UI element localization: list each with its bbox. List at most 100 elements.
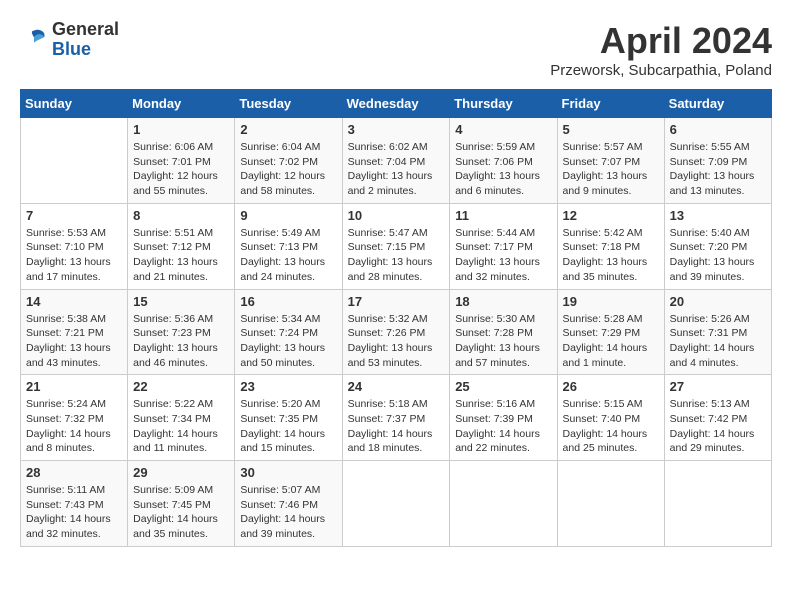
day-info: Sunrise: 5:28 AM Sunset: 7:29 PM Dayligh…: [563, 312, 659, 371]
day-number: 22: [133, 379, 229, 394]
day-number: 14: [26, 294, 122, 309]
day-info: Sunrise: 5:53 AM Sunset: 7:10 PM Dayligh…: [26, 226, 122, 285]
day-cell: 8 Sunrise: 5:51 AM Sunset: 7:12 PM Daylig…: [128, 203, 235, 289]
day-number: 18: [455, 294, 551, 309]
day-info: Sunrise: 5:55 AM Sunset: 7:09 PM Dayligh…: [670, 140, 766, 199]
calendar-subtitle: Przeworsk, Subcarpathia, Poland: [550, 62, 772, 79]
day-cell: 9Sunrise: 5:49 AM Sunset: 7:13 PM Daylig…: [235, 203, 342, 289]
day-cell: 15 Sunrise: 5:36 AM Sunset: 7:23 PM Dayli…: [128, 289, 235, 375]
day-info: Sunrise: 5:38 AM Sunset: 7:21 PM Dayligh…: [26, 312, 122, 371]
day-cell: 16Sunrise: 5:34 AM Sunset: 7:24 PM Dayli…: [235, 289, 342, 375]
header-cell-tuesday: Tuesday: [235, 90, 342, 118]
header-row: SundayMondayTuesdayWednesdayThursdayFrid…: [21, 90, 772, 118]
day-number: 27: [670, 379, 766, 394]
day-info: Sunrise: 5:20 AM Sunset: 7:35 PM Dayligh…: [240, 397, 336, 456]
week-row-2: 7 Sunrise: 5:53 AM Sunset: 7:10 PM Daylig…: [21, 203, 772, 289]
day-number: 13: [670, 208, 766, 223]
week-row-5: 28Sunrise: 5:11 AM Sunset: 7:43 PM Dayli…: [21, 461, 772, 547]
day-cell: 19 Sunrise: 5:28 AM Sunset: 7:29 PM Dayli…: [557, 289, 664, 375]
day-number: 6: [670, 122, 766, 137]
day-number: 8: [133, 208, 229, 223]
day-number: 29: [133, 465, 229, 480]
header-cell-sunday: Sunday: [21, 90, 128, 118]
page-header: General Blue April 2024 Przeworsk, Subca…: [20, 20, 772, 79]
day-cell: [450, 461, 557, 547]
day-number: 26: [563, 379, 659, 394]
week-row-1: 1 Sunrise: 6:06 AM Sunset: 7:01 PM Daylig…: [21, 118, 772, 204]
day-number: 30: [240, 465, 336, 480]
week-row-4: 21 Sunrise: 5:24 AM Sunset: 7:32 PM Dayli…: [21, 375, 772, 461]
day-cell: 24Sunrise: 5:18 AM Sunset: 7:37 PM Dayli…: [342, 375, 450, 461]
day-number: 7: [26, 208, 122, 223]
day-cell: [664, 461, 771, 547]
day-number: 2: [240, 122, 336, 137]
day-info: Sunrise: 5:16 AM Sunset: 7:39 PM Dayligh…: [455, 397, 551, 456]
title-block: April 2024 Przeworsk, Subcarpathia, Pola…: [550, 20, 772, 79]
day-info: Sunrise: 5:13 AM Sunset: 7:42 PM Dayligh…: [670, 397, 766, 456]
day-number: 17: [348, 294, 445, 309]
day-cell: 14 Sunrise: 5:38 AM Sunset: 7:21 PM Dayli…: [21, 289, 128, 375]
day-number: 21: [26, 379, 122, 394]
day-number: 1: [133, 122, 229, 137]
day-info: Sunrise: 5:40 AM Sunset: 7:20 PM Dayligh…: [670, 226, 766, 285]
day-info: Sunrise: 6:02 AM Sunset: 7:04 PM Dayligh…: [348, 140, 445, 199]
day-cell: 2 Sunrise: 6:04 AM Sunset: 7:02 PM Daylig…: [235, 118, 342, 204]
day-number: 15: [133, 294, 229, 309]
logo-bird-icon: [20, 26, 48, 54]
day-cell: 29 Sunrise: 5:09 AM Sunset: 7:45 PM Dayli…: [128, 461, 235, 547]
header-cell-monday: Monday: [128, 90, 235, 118]
day-cell: 26 Sunrise: 5:15 AM Sunset: 7:40 PM Dayli…: [557, 375, 664, 461]
day-cell: [342, 461, 450, 547]
day-cell: 4Sunrise: 5:59 AM Sunset: 7:06 PM Daylig…: [450, 118, 557, 204]
day-info: Sunrise: 5:22 AM Sunset: 7:34 PM Dayligh…: [133, 397, 229, 456]
day-cell: [557, 461, 664, 547]
day-info: Sunrise: 5:24 AM Sunset: 7:32 PM Dayligh…: [26, 397, 122, 456]
day-info: Sunrise: 5:11 AM Sunset: 7:43 PM Dayligh…: [26, 483, 122, 542]
calendar-title: April 2024: [550, 20, 772, 62]
day-cell: 22 Sunrise: 5:22 AM Sunset: 7:34 PM Dayli…: [128, 375, 235, 461]
day-cell: 6 Sunrise: 5:55 AM Sunset: 7:09 PM Daylig…: [664, 118, 771, 204]
day-number: 11: [455, 208, 551, 223]
header-cell-saturday: Saturday: [664, 90, 771, 118]
day-cell: 18 Sunrise: 5:30 AM Sunset: 7:28 PM Dayli…: [450, 289, 557, 375]
day-cell: 10 Sunrise: 5:47 AM Sunset: 7:15 PM Dayli…: [342, 203, 450, 289]
day-cell: 11Sunrise: 5:44 AM Sunset: 7:17 PM Dayli…: [450, 203, 557, 289]
day-info: Sunrise: 5:09 AM Sunset: 7:45 PM Dayligh…: [133, 483, 229, 542]
day-cell: 7 Sunrise: 5:53 AM Sunset: 7:10 PM Daylig…: [21, 203, 128, 289]
day-cell: 17 Sunrise: 5:32 AM Sunset: 7:26 PM Dayli…: [342, 289, 450, 375]
day-cell: 25 Sunrise: 5:16 AM Sunset: 7:39 PM Dayli…: [450, 375, 557, 461]
header-cell-wednesday: Wednesday: [342, 90, 450, 118]
day-info: Sunrise: 5:42 AM Sunset: 7:18 PM Dayligh…: [563, 226, 659, 285]
day-info: Sunrise: 5:34 AM Sunset: 7:24 PM Dayligh…: [240, 312, 336, 371]
day-number: 23: [240, 379, 336, 394]
day-number: 3: [348, 122, 445, 137]
day-number: 4: [455, 122, 551, 137]
day-info: Sunrise: 5:32 AM Sunset: 7:26 PM Dayligh…: [348, 312, 445, 371]
day-info: Sunrise: 5:07 AM Sunset: 7:46 PM Dayligh…: [240, 483, 336, 542]
day-cell: 20Sunrise: 5:26 AM Sunset: 7:31 PM Dayli…: [664, 289, 771, 375]
day-cell: 23 Sunrise: 5:20 AM Sunset: 7:35 PM Dayli…: [235, 375, 342, 461]
day-number: 24: [348, 379, 445, 394]
day-info: Sunrise: 5:15 AM Sunset: 7:40 PM Dayligh…: [563, 397, 659, 456]
day-cell: 3 Sunrise: 6:02 AM Sunset: 7:04 PM Daylig…: [342, 118, 450, 204]
day-info: Sunrise: 6:04 AM Sunset: 7:02 PM Dayligh…: [240, 140, 336, 199]
logo-general: General: [52, 20, 119, 40]
day-info: Sunrise: 5:51 AM Sunset: 7:12 PM Dayligh…: [133, 226, 229, 285]
day-cell: 27 Sunrise: 5:13 AM Sunset: 7:42 PM Dayli…: [664, 375, 771, 461]
day-cell: 13 Sunrise: 5:40 AM Sunset: 7:20 PM Dayli…: [664, 203, 771, 289]
calendar-table: SundayMondayTuesdayWednesdayThursdayFrid…: [20, 89, 772, 547]
day-number: 19: [563, 294, 659, 309]
header-cell-thursday: Thursday: [450, 90, 557, 118]
day-number: 25: [455, 379, 551, 394]
day-info: Sunrise: 5:47 AM Sunset: 7:15 PM Dayligh…: [348, 226, 445, 285]
day-info: Sunrise: 5:36 AM Sunset: 7:23 PM Dayligh…: [133, 312, 229, 371]
day-cell: [21, 118, 128, 204]
day-info: Sunrise: 6:06 AM Sunset: 7:01 PM Dayligh…: [133, 140, 229, 199]
day-cell: 28Sunrise: 5:11 AM Sunset: 7:43 PM Dayli…: [21, 461, 128, 547]
day-cell: 12Sunrise: 5:42 AM Sunset: 7:18 PM Dayli…: [557, 203, 664, 289]
day-number: 10: [348, 208, 445, 223]
day-info: Sunrise: 5:49 AM Sunset: 7:13 PM Dayligh…: [240, 226, 336, 285]
header-cell-friday: Friday: [557, 90, 664, 118]
day-number: 5: [563, 122, 659, 137]
day-info: Sunrise: 5:30 AM Sunset: 7:28 PM Dayligh…: [455, 312, 551, 371]
